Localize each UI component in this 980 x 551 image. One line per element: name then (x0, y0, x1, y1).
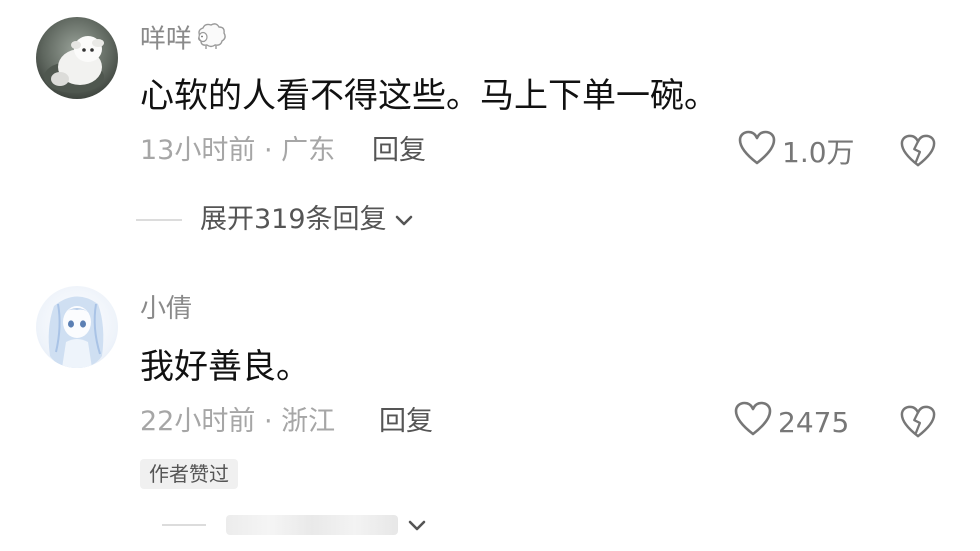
username[interactable]: 小倩 (140, 293, 192, 325)
like-button[interactable]: 2475 (734, 401, 850, 444)
comment-item: 小倩 我好善良。 22小时前 · 浙江 回复 2475 作者赞过 (0, 0, 980, 551)
avatar[interactable] (36, 286, 118, 368)
author-liked-badge: 作者赞过 (140, 459, 238, 489)
chevron-down-icon (408, 520, 426, 531)
blurred-expand-label (226, 515, 398, 535)
dislike-button[interactable] (900, 404, 936, 440)
like-count: 2475 (778, 405, 850, 439)
broken-heart-icon (900, 405, 936, 438)
reply-button[interactable]: 回复 (379, 405, 433, 439)
comment-text: 我好善良。 (140, 347, 310, 387)
divider (162, 524, 206, 526)
expand-replies-button[interactable] (162, 510, 428, 540)
comment-time-location: 22小时前 · 浙江 (140, 406, 336, 437)
heart-outline-icon (734, 401, 772, 444)
